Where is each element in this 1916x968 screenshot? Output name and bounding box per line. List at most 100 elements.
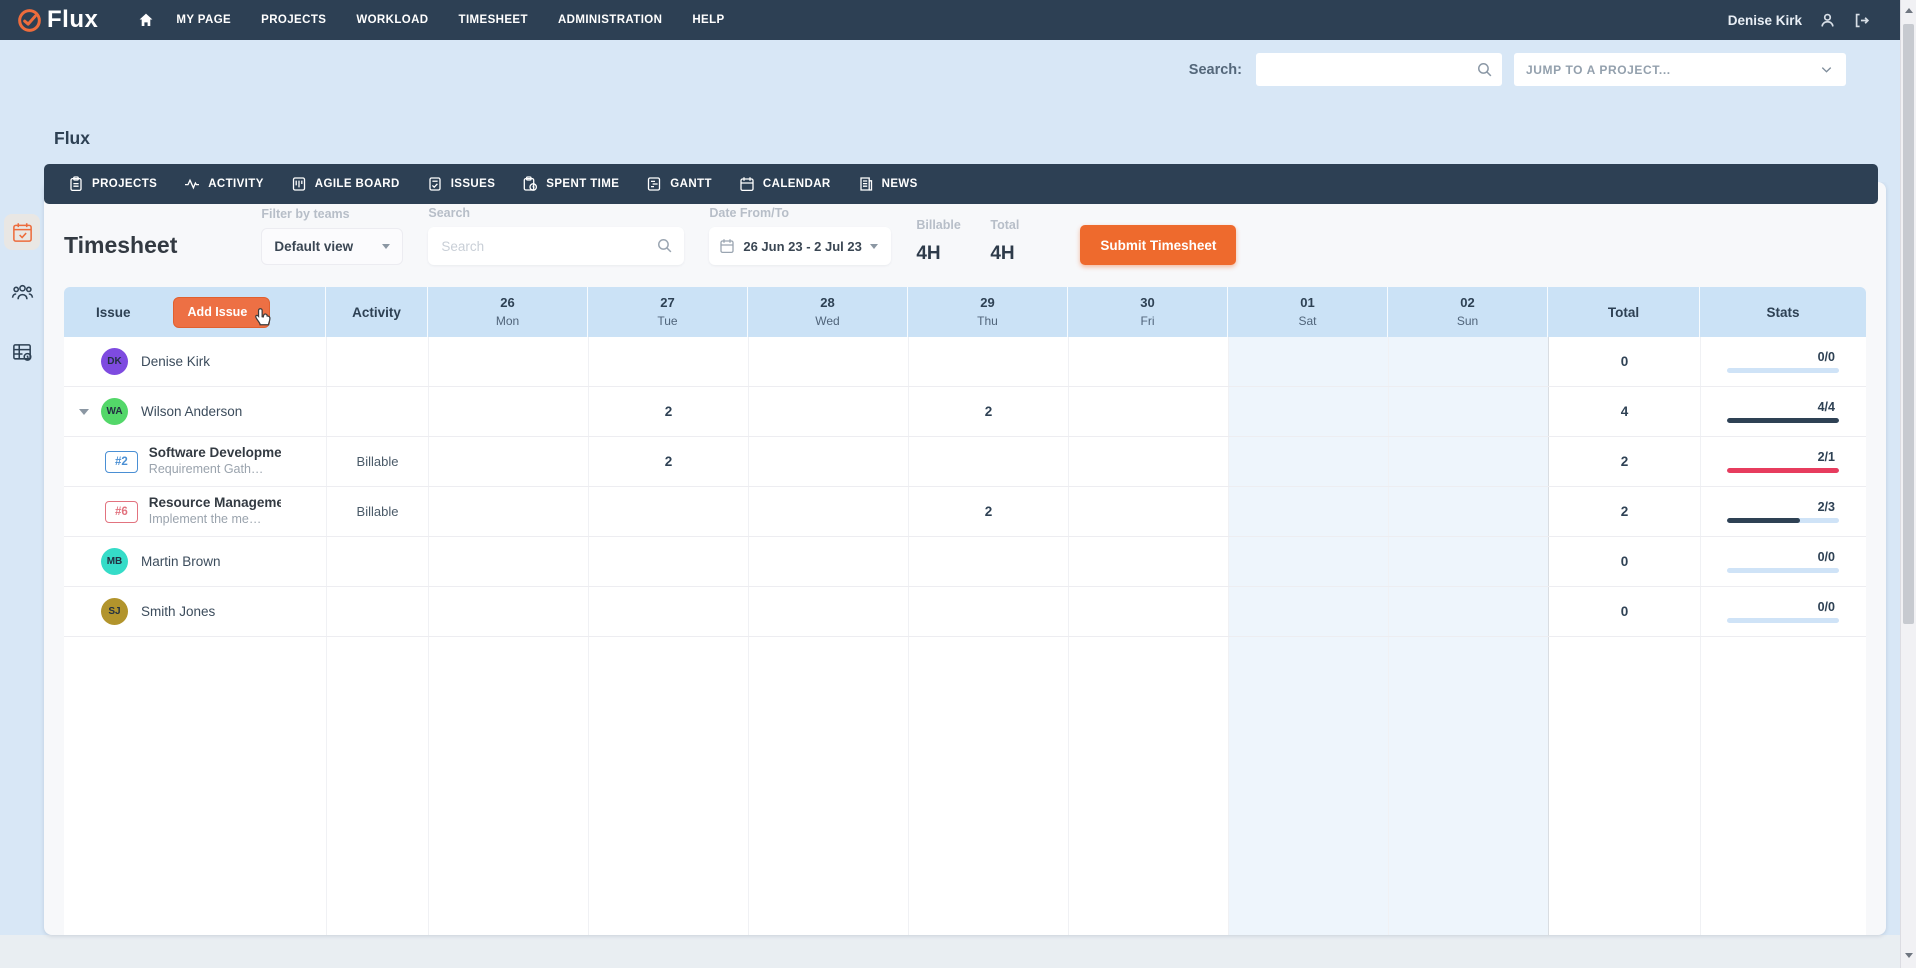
topnav-item-my-page[interactable]: MY PAGE <box>176 14 231 26</box>
day-cell-tue[interactable] <box>588 337 748 386</box>
table-row-issue-2[interactable]: #2Software DevelopmentRequirement Gath…B… <box>64 437 1866 487</box>
topnav-item-administration[interactable]: ADMINISTRATION <box>558 14 662 26</box>
day-cell-tue[interactable] <box>588 537 748 586</box>
day-cell-thu[interactable]: 2 <box>908 387 1068 436</box>
issue-title[interactable]: Software Development <box>149 445 281 462</box>
day-cell-wed[interactable] <box>748 487 908 536</box>
tab-agile-board[interactable]: AGILE BOARD <box>291 176 400 192</box>
day-cell-tue[interactable] <box>588 587 748 636</box>
day-cell-sun[interactable] <box>1388 437 1548 486</box>
day-cell-mon[interactable] <box>428 537 588 586</box>
timesheet-search-input[interactable] <box>428 227 684 265</box>
tab-projects[interactable]: PROJECTS <box>68 176 157 192</box>
day-cell-thu[interactable] <box>908 337 1068 386</box>
scrollbar-thumb[interactable] <box>1903 24 1914 624</box>
page-title: Timesheet <box>64 232 177 259</box>
scroll-up-arrow[interactable] <box>1905 8 1913 13</box>
day-cell-thu[interactable] <box>908 437 1068 486</box>
issue-id-badge[interactable]: #2 <box>105 451 138 473</box>
day-cell-wed[interactable] <box>748 387 908 436</box>
day-cell-wed[interactable] <box>748 337 908 386</box>
scroll-down-arrow[interactable] <box>1905 953 1913 958</box>
global-search-input[interactable] <box>1256 53 1502 86</box>
table-row-martin-brown[interactable]: MBMartin Brown00/0 <box>64 537 1866 587</box>
activity-value: Billable <box>357 454 399 469</box>
topnav-item-timesheet[interactable]: TIMESHEET <box>459 14 528 26</box>
day-cell-tue[interactable]: 2 <box>588 437 748 486</box>
day-cell-fri[interactable] <box>1068 337 1228 386</box>
row-total-cell: 2 <box>1548 437 1700 486</box>
user-icon[interactable] <box>1819 12 1836 29</box>
user-name: Smith Jones <box>141 604 215 619</box>
day-cell-wed[interactable] <box>748 437 908 486</box>
day-cell-sat[interactable] <box>1228 537 1388 586</box>
topnav-item-projects[interactable]: PROJECTS <box>261 14 326 26</box>
teams-filter-value: Default view <box>274 239 353 254</box>
day-cell-sun[interactable] <box>1388 487 1548 536</box>
day-cell-mon[interactable] <box>428 437 588 486</box>
table-row-wilson-anderson[interactable]: WAWilson Anderson2244/4 <box>64 387 1866 437</box>
day-cell-mon[interactable] <box>428 487 588 536</box>
day-cell-thu[interactable] <box>908 587 1068 636</box>
table-row-issue-6[interactable]: #6Resource ManagementImplement the me…Bi… <box>64 487 1866 537</box>
day-cell-sun[interactable] <box>1388 337 1548 386</box>
day-cell-fri[interactable] <box>1068 487 1228 536</box>
issue-id-badge[interactable]: #6 <box>105 501 138 523</box>
tab-calendar[interactable]: CALENDAR <box>739 176 831 192</box>
day-cell-tue[interactable] <box>588 487 748 536</box>
day-cell-wed[interactable] <box>748 587 908 636</box>
day-cell-fri[interactable] <box>1068 387 1228 436</box>
day-cell-mon[interactable] <box>428 387 588 436</box>
tab-label: PROJECTS <box>92 178 157 190</box>
add-issue-button[interactable]: Add Issue <box>173 297 271 328</box>
avatar: SJ <box>101 598 128 625</box>
issue-title[interactable]: Resource Management <box>149 495 281 512</box>
table-row-smith-jones[interactable]: SJSmith Jones00/0 <box>64 587 1866 637</box>
day-cell-thu[interactable] <box>908 537 1068 586</box>
date-range-picker[interactable]: 26 Jun 23 - 2 Jul 23 <box>709 227 891 265</box>
day-cell-mon[interactable] <box>428 587 588 636</box>
day-name: Tue <box>657 313 677 330</box>
page-scrollbar[interactable] <box>1900 0 1916 968</box>
side-rail-teams-button[interactable] <box>4 274 40 310</box>
side-rail-timesheet-calendar-button[interactable] <box>4 214 40 250</box>
jump-to-project-dropdown[interactable]: JUMP TO A PROJECT... <box>1514 53 1846 86</box>
current-user-name[interactable]: Denise Kirk <box>1728 13 1802 28</box>
total-column-header: Total <box>1548 287 1700 337</box>
day-number: 30 <box>1140 294 1154 313</box>
day-cell-thu[interactable]: 2 <box>908 487 1068 536</box>
tab-spent-time[interactable]: SPENT TIME <box>522 176 619 192</box>
day-cell-sat[interactable] <box>1228 487 1388 536</box>
stats-progress-bar <box>1727 568 1839 573</box>
topnav-item-workload[interactable]: WORKLOAD <box>356 14 428 26</box>
day-cell-sat[interactable] <box>1228 387 1388 436</box>
hours-value: 2 <box>985 504 993 519</box>
day-cell-sun[interactable] <box>1388 537 1548 586</box>
logout-icon[interactable] <box>1853 12 1870 29</box>
day-cell-fri[interactable] <box>1068 437 1228 486</box>
day-cell-sat[interactable] <box>1228 437 1388 486</box>
day-cell-mon[interactable] <box>428 337 588 386</box>
tab-gantt[interactable]: GANTT <box>646 176 712 192</box>
day-cell-fri[interactable] <box>1068 537 1228 586</box>
day-cell-sat[interactable] <box>1228 587 1388 636</box>
tab-activity[interactable]: ACTIVITY <box>184 176 264 192</box>
day-cell-tue[interactable]: 2 <box>588 387 748 436</box>
activity-column-header: Activity <box>326 287 428 337</box>
topnav-item-help[interactable]: HELP <box>692 14 724 26</box>
table-row-denise-kirk[interactable]: DKDenise Kirk00/0 <box>64 337 1866 387</box>
day-cell-sun[interactable] <box>1388 387 1548 436</box>
flux-logo[interactable]: Flux <box>16 6 98 34</box>
tab-news[interactable]: NEWS <box>858 176 918 192</box>
side-rail-workload-button[interactable] <box>4 334 40 370</box>
submit-timesheet-button[interactable]: Submit Timesheet <box>1080 225 1236 265</box>
day-cell-wed[interactable] <box>748 537 908 586</box>
day-cell-sun[interactable] <box>1388 587 1548 636</box>
collapse-arrow-icon[interactable] <box>79 409 89 415</box>
day-cell-sat[interactable] <box>1228 337 1388 386</box>
day-name: Thu <box>977 313 998 330</box>
home-icon[interactable] <box>138 12 154 28</box>
day-cell-fri[interactable] <box>1068 587 1228 636</box>
tab-issues[interactable]: ISSUES <box>427 176 496 192</box>
teams-filter-select[interactable]: Default view <box>261 228 403 265</box>
